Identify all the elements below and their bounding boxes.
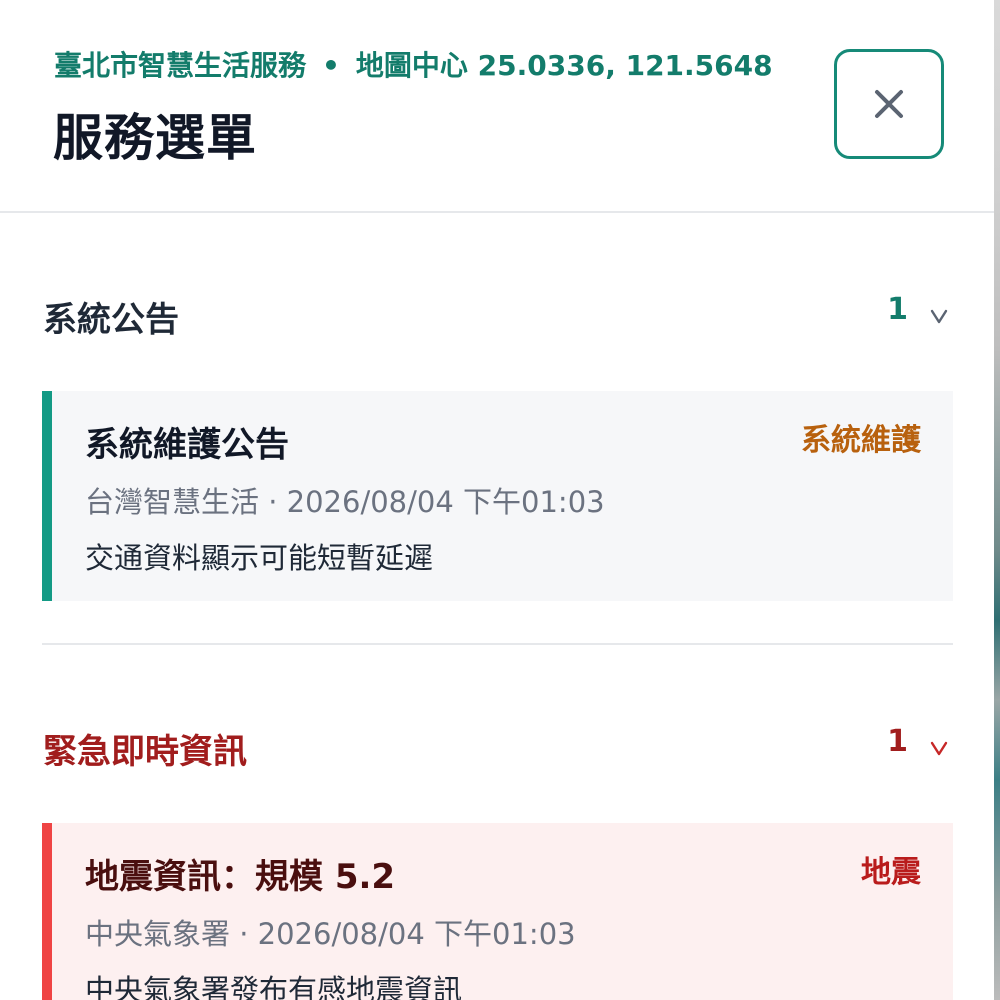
close-icon: [875, 90, 903, 118]
category-tag: 地震: [861, 855, 921, 890]
panel-header: 臺北市智慧生活服務 • 地圖中心 25.0336, 121.5648 服務選單: [0, 0, 994, 213]
page-title: 服務選單: [53, 109, 257, 167]
chevron-down-icon[interactable]: [929, 306, 949, 326]
card-title: 系統維護公告: [85, 425, 289, 465]
header-subtitle: 臺北市智慧生活服務 • 地圖中心 25.0336, 121.5648: [54, 44, 773, 84]
announcement-card[interactable]: 系統維護公告 系統維護 台灣智慧生活 · 2026/08/04 下午01:03 …: [42, 391, 953, 601]
separator-dot: •: [322, 49, 340, 82]
card-body: 交通資料顯示可能短暫延遲: [85, 541, 434, 575]
card-title: 地震資訊：規模 5.2: [85, 857, 396, 897]
app-name: 臺北市智慧生活服務: [54, 49, 307, 82]
section-title: 緊急即時資訊: [43, 732, 247, 772]
section-title: 系統公告: [43, 300, 179, 340]
map-center-coordinates: 地圖中心 25.0336, 121.5648: [355, 49, 773, 82]
card-meta: 中央氣象署 · 2026/08/04 下午01:03: [85, 917, 576, 951]
chevron-down-icon[interactable]: [929, 738, 949, 758]
service-menu-panel: 臺北市智慧生活服務 • 地圖中心 25.0336, 121.5648 服務選單 系統…: [0, 0, 1000, 1000]
category-tag: 系統維護: [801, 423, 921, 458]
card-body: 中央氣象署發布有感地震資訊: [85, 973, 463, 1000]
emergency-card[interactable]: 地震資訊：規模 5.2 地震 中央氣象署 · 2026/08/04 下午01:0…: [42, 823, 953, 1000]
card-meta: 台灣智慧生活 · 2026/08/04 下午01:03: [85, 485, 605, 519]
section-header-emergency-info[interactable]: 緊急即時資訊 1: [43, 724, 953, 774]
card-accent-bar: [42, 823, 52, 1000]
card-accent-bar: [42, 391, 52, 601]
section-count-badge: 1: [887, 724, 908, 759]
section-count-badge: 1: [887, 292, 908, 327]
section-divider: [42, 643, 953, 645]
close-button[interactable]: [834, 49, 944, 159]
section-header-system-announcements[interactable]: 系統公告 1: [43, 292, 953, 342]
map-background-edge: [994, 0, 1000, 1000]
